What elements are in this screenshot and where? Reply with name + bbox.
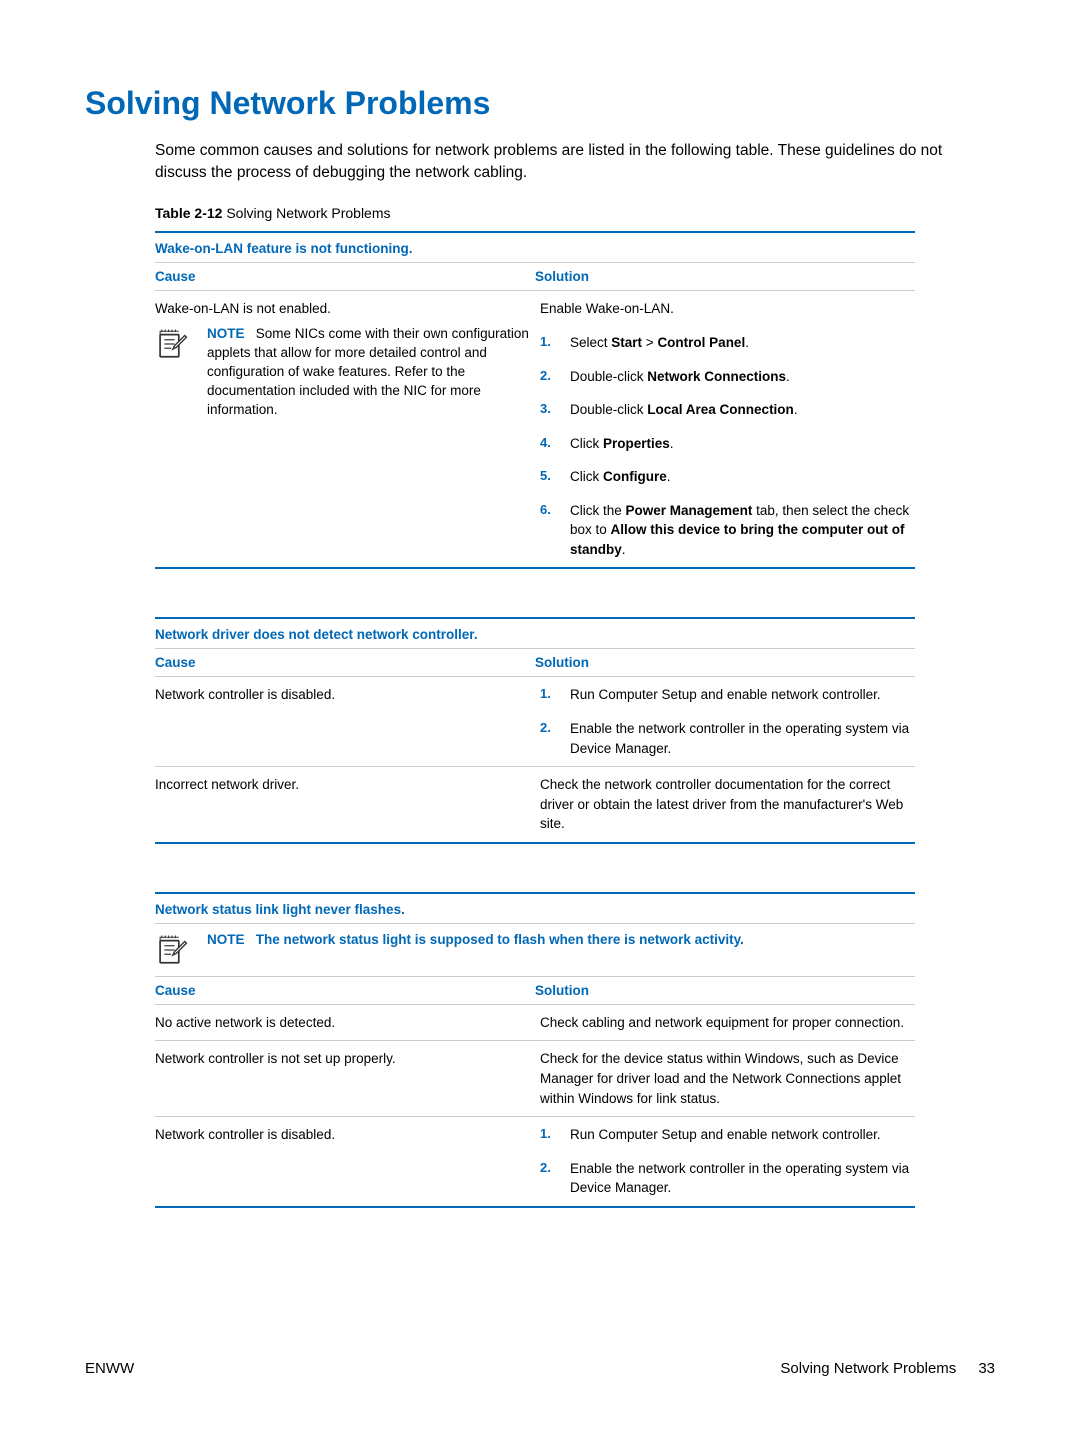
step-number: 4.	[540, 434, 554, 454]
note-body: NOTE Some NICs come with their own confi…	[207, 325, 530, 419]
note-body: NOTE The network status light is suppose…	[207, 931, 744, 950]
table-status-light: Network status link light never flashes.…	[155, 892, 915, 1208]
table2-caption: Network driver does not detect network c…	[155, 619, 915, 648]
list-item: 3. Double-click Local Area Connection.	[540, 400, 915, 420]
step-number: 6.	[540, 501, 554, 560]
solution-cell: Check the network controller documentati…	[540, 775, 915, 834]
note-block: NOTE Some NICs come with their own confi…	[155, 325, 530, 419]
table3-note: NOTE The network status light is suppose…	[155, 923, 915, 977]
step-text: Double-click Local Area Connection.	[570, 400, 798, 420]
footer-page-number: 33	[978, 1360, 995, 1377]
step-number: 2.	[540, 367, 554, 387]
solution-steps: 1. Select Start > Control Panel. 2. Double-…	[540, 333, 915, 560]
table1-header-row: Cause Solution	[155, 262, 915, 291]
list-item: 5. Click Configure.	[540, 467, 915, 487]
solution-steps: 1. Run Computer Setup and enable network …	[540, 685, 915, 758]
solution-cell: Enable Wake-on-LAN. 1. Select Start > Con…	[540, 299, 915, 559]
list-item: 1. Select Start > Control Panel.	[540, 333, 915, 353]
solution-cell: 1. Run Computer Setup and enable network …	[540, 1125, 915, 1198]
intro-text: Some common causes and solutions for net…	[155, 140, 995, 183]
list-item: 2. Double-click Network Connections.	[540, 367, 915, 387]
table-label: Table 2-12 Solving Network Problems	[155, 205, 995, 221]
table-row: No active network is detected.Check cabl…	[155, 1005, 915, 1042]
table-driver-detect: Network driver does not detect network c…	[155, 617, 915, 843]
solution-lead: Enable Wake-on-LAN.	[540, 299, 915, 319]
table-row: Network controller is disabled.1. Run Com…	[155, 677, 915, 767]
cause-cell: Network controller is disabled.	[155, 1125, 540, 1198]
table-row: Incorrect network driver.Check the netwo…	[155, 767, 915, 842]
step-text: Run Computer Setup and enable network co…	[570, 685, 881, 705]
step-text: Enable the network controller in the ope…	[570, 1159, 915, 1198]
list-item: 1. Run Computer Setup and enable network …	[540, 1125, 915, 1145]
step-text: Click Configure.	[570, 467, 671, 487]
step-number: 5.	[540, 467, 554, 487]
cause-cell: No active network is detected.	[155, 1013, 540, 1033]
page-heading: Solving Network Problems	[85, 85, 995, 122]
step-text: Click the Power Management tab, then sel…	[570, 501, 915, 560]
step-text: Select Start > Control Panel.	[570, 333, 749, 353]
table3-caption: Network status link light never flashes.	[155, 894, 915, 923]
cause-header: Cause	[155, 269, 535, 284]
footer-section: Solving Network Problems	[780, 1360, 956, 1377]
step-number: 2.	[540, 719, 554, 758]
list-item: 2. Enable the network controller in the o…	[540, 1159, 915, 1198]
cause-header: Cause	[155, 655, 535, 670]
table3-header-row: Cause Solution	[155, 977, 915, 1005]
note-icon	[155, 327, 189, 361]
solution-cell: Check cabling and network equipment for …	[540, 1013, 915, 1033]
cause-text: Wake-on-LAN is not enabled.	[155, 299, 530, 319]
footer-left: ENWW	[85, 1360, 134, 1377]
table-row: Network controller is disabled.1. Run Com…	[155, 1117, 915, 1206]
step-text: Click Properties.	[570, 434, 674, 454]
page-footer: ENWW Solving Network Problems 33	[85, 1360, 995, 1377]
cause-cell: Incorrect network driver.	[155, 775, 540, 834]
table-row: Wake-on-LAN is not enabled. NOTE Some NI…	[155, 291, 915, 567]
step-number: 1.	[540, 333, 554, 353]
table1-caption: Wake-on-LAN feature is not functioning.	[155, 233, 915, 262]
step-text: Enable the network controller in the ope…	[570, 719, 915, 758]
list-item: 6. Click the Power Management tab, then s…	[540, 501, 915, 560]
solution-steps: 1. Run Computer Setup and enable network …	[540, 1125, 915, 1198]
cause-cell: Network controller is disabled.	[155, 685, 540, 758]
cause-cell: Network controller is not set up properl…	[155, 1049, 540, 1108]
step-text: Double-click Network Connections.	[570, 367, 790, 387]
solution-cell: 1. Run Computer Setup and enable network …	[540, 685, 915, 758]
solution-header: Solution	[535, 655, 915, 670]
table-row: Network controller is not set up properl…	[155, 1041, 915, 1117]
cause-cell: Wake-on-LAN is not enabled. NOTE Some NI…	[155, 299, 540, 559]
solution-header: Solution	[535, 269, 915, 284]
list-item: 4. Click Properties.	[540, 434, 915, 454]
solution-cell: Check for the device status within Windo…	[540, 1049, 915, 1108]
step-number: 2.	[540, 1159, 554, 1198]
list-item: 1. Run Computer Setup and enable network …	[540, 685, 915, 705]
solution-header: Solution	[535, 983, 915, 998]
step-number: 1.	[540, 1125, 554, 1145]
step-number: 1.	[540, 685, 554, 705]
step-text: Run Computer Setup and enable network co…	[570, 1125, 881, 1145]
list-item: 2. Enable the network controller in the o…	[540, 719, 915, 758]
cause-header: Cause	[155, 983, 535, 998]
note-icon	[155, 933, 189, 967]
table-wake-on-lan: Wake-on-LAN feature is not functioning. …	[155, 231, 915, 569]
step-number: 3.	[540, 400, 554, 420]
table2-header-row: Cause Solution	[155, 648, 915, 677]
